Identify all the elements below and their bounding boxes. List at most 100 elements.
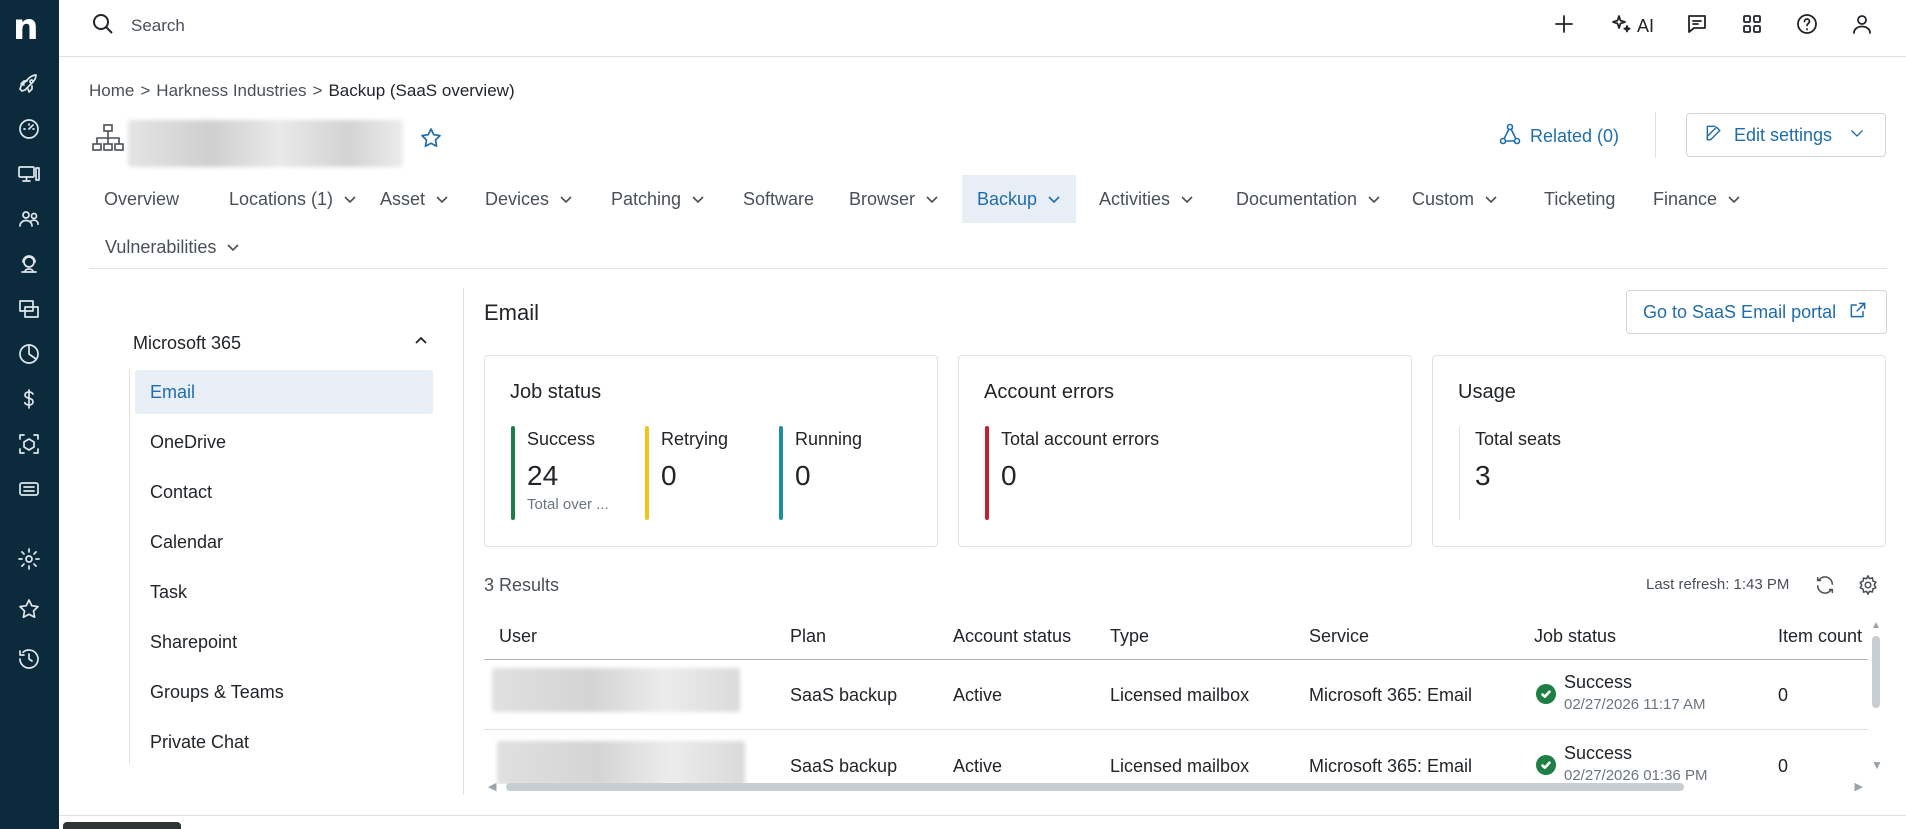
col-header-plan[interactable]: Plan xyxy=(790,614,826,658)
content-divider xyxy=(463,288,464,795)
col-header-item-count[interactable]: Item count xyxy=(1778,614,1862,658)
rocket-icon[interactable] xyxy=(15,70,43,98)
tab-browser[interactable]: Browser xyxy=(834,175,954,223)
metric-label: Success xyxy=(527,429,596,449)
table-vertical-scrollbar[interactable]: ▲ ▼ xyxy=(1871,620,1883,785)
chevron-down-icon xyxy=(1181,196,1193,204)
breadcrumb-home[interactable]: Home xyxy=(89,81,134,101)
tab-overview[interactable]: Overview xyxy=(89,175,194,223)
breadcrumb-customer[interactable]: Harkness Industries xyxy=(156,81,306,101)
chevron-down-icon xyxy=(1485,196,1497,204)
search-icon[interactable] xyxy=(91,12,115,41)
settings-icon[interactable] xyxy=(15,545,43,573)
users-icon[interactable] xyxy=(15,205,43,233)
tab-label: Ticketing xyxy=(1544,188,1616,209)
sidenav-item-onedrive[interactable]: OneDrive xyxy=(135,420,433,464)
edit-icon xyxy=(1704,123,1724,148)
favorites-icon[interactable] xyxy=(15,595,43,623)
dashboard-icon[interactable] xyxy=(15,115,43,143)
breadcrumb-separator: > xyxy=(140,81,151,100)
cell-type: Licensed mailbox xyxy=(1110,684,1250,705)
tab-backup[interactable]: Backup xyxy=(962,175,1077,223)
scroll-down-arrow-icon[interactable]: ▼ xyxy=(1871,758,1883,772)
tab-asset[interactable]: Asset xyxy=(365,175,464,223)
errors-bar xyxy=(985,426,989,520)
sidenav-item-sharepoint[interactable]: Sharepoint xyxy=(135,620,433,664)
scroll-thumb[interactable] xyxy=(506,783,1684,791)
packages-icon[interactable] xyxy=(15,430,43,458)
tab-patching[interactable]: Patching xyxy=(596,175,720,223)
scroll-left-arrow-icon[interactable]: ◀ xyxy=(488,780,496,793)
tab-activities[interactable]: Activities xyxy=(1084,175,1209,223)
cell-account-status: Active xyxy=(953,684,1003,705)
sidenav-item-private-chat[interactable]: Private Chat xyxy=(135,720,433,764)
related-button[interactable]: Related (0) xyxy=(1498,122,1619,150)
chevron-down-icon xyxy=(1368,196,1380,204)
saas-email-portal-button[interactable]: Go to SaaS Email portal xyxy=(1626,290,1887,334)
related-graph-icon xyxy=(1498,122,1522,151)
table-row[interactable]: SaaS backup Active Licensed mailbox Micr… xyxy=(484,660,1868,730)
retrying-bar xyxy=(645,426,649,520)
col-header-user[interactable]: User xyxy=(499,614,537,658)
job-status-time: 02/27/2026 11:17 AM xyxy=(1564,696,1706,713)
col-header-type[interactable]: Type xyxy=(1110,614,1149,658)
help-button[interactable] xyxy=(1795,12,1819,40)
devices-icon[interactable] xyxy=(15,160,43,188)
backup-table: User Plan Account status Type Service Jo… xyxy=(484,614,1868,784)
metric-label: Retrying xyxy=(661,429,729,449)
favorite-star-icon[interactable] xyxy=(419,126,443,155)
scroll-up-arrow-icon[interactable]: ▲ xyxy=(1871,620,1881,631)
cell-account-status: Active xyxy=(953,755,1003,776)
metric-value: 24 xyxy=(527,460,559,491)
success-bar xyxy=(511,426,515,520)
tab-label: Backup xyxy=(977,188,1038,209)
tab-documentation[interactable]: Documentation xyxy=(1221,175,1396,223)
tab-locations[interactable]: Locations (1) xyxy=(214,175,372,223)
tab-ticketing[interactable]: Ticketing xyxy=(1529,175,1630,223)
history-icon[interactable] xyxy=(15,645,43,673)
sidenav-item-contact[interactable]: Contact xyxy=(135,470,433,514)
chevron-down-icon xyxy=(1728,196,1740,204)
chevron-down-icon xyxy=(692,196,704,204)
sidenav-item-calendar[interactable]: Calendar xyxy=(135,520,433,564)
tickets-icon[interactable] xyxy=(15,475,43,503)
refresh-icon[interactable] xyxy=(1814,574,1836,601)
tabs-divider xyxy=(89,268,1887,269)
chat-button[interactable] xyxy=(1685,12,1709,40)
col-header-service[interactable]: Service xyxy=(1309,614,1369,658)
tab-devices[interactable]: Devices xyxy=(470,175,588,223)
sidenav-item-groups-teams[interactable]: Groups & Teams xyxy=(135,670,433,714)
app-logo[interactable]: n xyxy=(13,10,45,46)
reports-icon[interactable] xyxy=(15,340,43,368)
search-input[interactable] xyxy=(131,12,631,40)
sidenav-item-task[interactable]: Task xyxy=(135,570,433,614)
sidenav-item-email[interactable]: Email xyxy=(135,370,433,414)
help-icon xyxy=(1795,12,1819,41)
col-header-account-status[interactable]: Account status xyxy=(953,614,1071,658)
sidenav-group-microsoft-365[interactable]: Microsoft 365 xyxy=(133,325,433,361)
table-row[interactable]: SaaS backup Active Licensed mailbox Micr… xyxy=(484,731,1868,784)
ai-button[interactable]: AI xyxy=(1609,12,1654,40)
tab-software[interactable]: Software xyxy=(728,175,829,223)
tab-custom[interactable]: Custom xyxy=(1397,175,1513,223)
tab-finance[interactable]: Finance xyxy=(1638,175,1756,223)
edit-settings-button[interactable]: Edit settings xyxy=(1686,113,1886,157)
col-header-job-status[interactable]: Job status xyxy=(1534,614,1616,658)
cell-type: Licensed mailbox xyxy=(1110,755,1250,776)
cell-item-count: 0 xyxy=(1778,684,1789,705)
apps-button[interactable] xyxy=(1740,12,1764,40)
ai-label: AI xyxy=(1636,15,1654,36)
billing-icon[interactable] xyxy=(15,385,43,413)
card-title: Account errors xyxy=(984,381,1115,403)
job-status-text: Success xyxy=(1564,743,1633,763)
add-button[interactable] xyxy=(1552,12,1576,40)
support-icon[interactable] xyxy=(15,250,43,278)
windows-icon[interactable] xyxy=(15,295,43,323)
metric-success: Success 24 Total over ... xyxy=(511,426,641,520)
table-horizontal-scrollbar[interactable]: ◀ ▶ xyxy=(488,780,1863,794)
table-settings-icon[interactable] xyxy=(1857,574,1879,601)
scroll-right-arrow-icon[interactable]: ▶ xyxy=(1855,780,1863,793)
profile-button[interactable] xyxy=(1850,12,1874,40)
scroll-thumb[interactable] xyxy=(1872,636,1880,708)
tab-vulnerabilities[interactable]: Vulnerabilities xyxy=(90,223,255,271)
